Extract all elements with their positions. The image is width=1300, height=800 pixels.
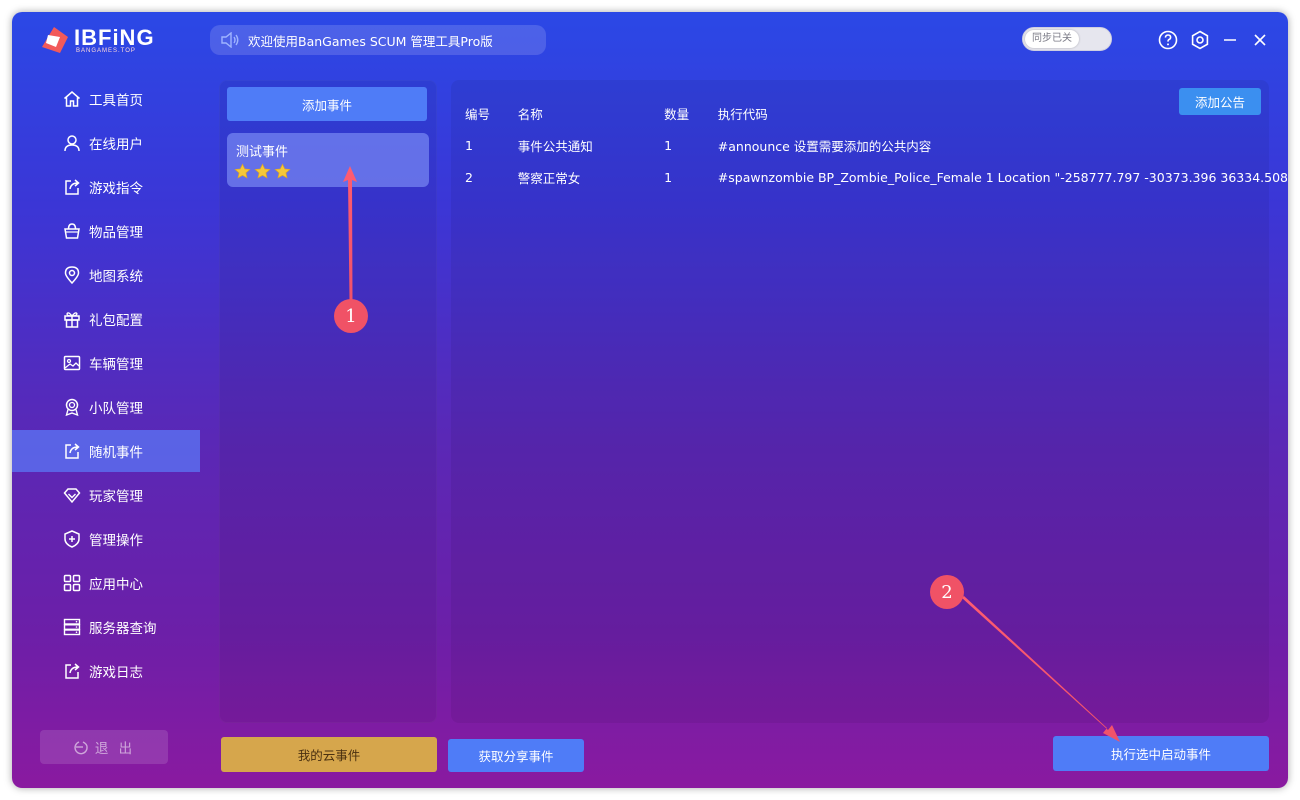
share-icon [65,179,80,195]
server-icon [63,618,81,636]
image-icon [63,355,81,371]
diamond-icon [63,488,81,504]
sidebar-item-app-center[interactable]: 应用中心 [12,562,200,604]
header-id: 编号 [465,106,491,122]
sidebar-item-label: 游戏日志 [89,665,143,681]
basket-icon [64,223,80,239]
sidebar-item-random-events[interactable]: 随机事件 [12,430,200,472]
event-code-table: 编号 名称 数量 执行代码 1 事件公共通知 1 #announce 设置需要添… [464,97,1288,193]
sidebar-item-items[interactable]: 物品管理 [12,210,200,252]
annotation-badge-1: 1 [334,299,368,333]
apps-icon [63,574,81,592]
sidebar-item-gift[interactable]: 礼包配置 [12,298,200,340]
sidebar-item-game-logs[interactable]: 游戏日志 [12,650,200,692]
shield-plus-icon [64,530,80,548]
sync-toggle-label: 同步已关 [1025,30,1079,48]
cell-id: 2 [465,169,473,185]
event-card[interactable]: 测试事件 [227,133,429,187]
cell-id: 1 [465,137,473,153]
sidebar-item-label: 地图系统 [89,269,143,285]
badge-icon [65,398,79,417]
sidebar-item-label: 服务器查询 [89,621,157,637]
sidebar-item-label: 在线用户 [89,137,143,153]
sidebar-item-label: 小队管理 [89,401,143,417]
sidebar-item-online-users[interactable]: 在线用户 [12,122,200,164]
sidebar-item-server-query[interactable]: 服务器查询 [12,606,200,648]
sidebar-item-label: 物品管理 [89,225,143,241]
logo-subtext: BANGAMES.TOP [76,48,136,54]
welcome-notice-text: 欢迎使用BanGames SCUM 管理工具Pro版 [248,33,493,49]
sidebar-item-label: 游戏指令 [89,181,143,197]
app-logo: IBFiNG BANGAMES.TOP [38,24,158,58]
table-row[interactable]: 1 事件公共通知 1 #announce 设置需要添加的公共内容 [464,129,1288,161]
table-header-row: 编号 名称 数量 执行代码 [464,97,1288,129]
star-icon [234,163,251,179]
help-icon[interactable] [1158,30,1178,50]
sync-toggle[interactable]: 同步已关 [1022,27,1112,51]
settings-icon[interactable] [1190,30,1210,50]
cell-code: #announce 设置需要添加的公共内容 [717,138,932,154]
star-icon [254,163,271,179]
logout-label: 退 出 [94,741,136,757]
cell-quantity: 1 [664,137,673,153]
sidebar-item-label: 工具首页 [89,93,143,109]
sidebar-item-players[interactable]: 玩家管理 [12,474,200,516]
sidebar-item-admin-ops[interactable]: 管理操作 [12,518,200,560]
cell-code: #spawnzombie BP_Zombie_Police_Female 1 L… [717,169,1288,185]
add-event-button[interactable]: 添加事件 [227,87,427,121]
sidebar-item-label: 随机事件 [89,445,143,461]
annotation-badge-2: 2 [930,575,964,609]
sidebar-item-label: 管理操作 [89,533,143,549]
sidebar-item-game-commands[interactable]: 游戏指令 [12,166,200,208]
header-quantity: 数量 [664,106,690,122]
table-row[interactable]: 2 警察正常女 1 #spawnzombie BP_Zombie_Police_… [464,161,1288,193]
sidebar-item-label: 玩家管理 [89,489,143,505]
sidebar-item-vehicles[interactable]: 车辆管理 [12,342,200,384]
minimize-icon[interactable] [1220,30,1240,50]
header-name: 名称 [517,106,543,122]
app-window: IBFiNG BANGAMES.TOP 欢迎使用BanGames SCUM 管理… [12,12,1288,788]
home-icon [64,91,80,107]
logout-icon [74,741,88,755]
sidebar-item-label: 礼包配置 [89,313,143,329]
sidebar-item-map[interactable]: 地图系统 [12,254,200,296]
get-shared-events-button[interactable]: 获取分享事件 [448,739,584,772]
add-notice-button[interactable]: 添加公告 [1179,88,1261,115]
sidebar-item-label: 应用中心 [89,577,143,593]
sidebar-item-squads[interactable]: 小队管理 [12,386,200,428]
gift-icon [64,312,80,328]
close-icon[interactable] [1250,30,1270,50]
welcome-notice: 欢迎使用BanGames SCUM 管理工具Pro版 [210,25,546,55]
logout-button[interactable]: 退 出 [40,730,168,764]
event-rating [234,163,294,180]
cell-name: 警察正常女 [517,170,581,186]
location-icon [64,266,80,285]
speaker-icon [221,32,239,48]
logo-mark-icon [42,27,68,53]
sidebar: 工具首页 在线用户 游戏指令 物品管理 地图系统 礼包配置 车辆管理 小队管理 [12,78,200,778]
share-icon [65,443,80,459]
sidebar-item-label: 车辆管理 [89,357,143,373]
cell-quantity: 1 [664,169,673,185]
execute-selected-event-button[interactable]: 执行选中启动事件 [1053,736,1269,771]
user-icon [64,135,80,152]
sidebar-item-home[interactable]: 工具首页 [12,78,200,120]
cell-name: 事件公共通知 [517,138,593,154]
my-cloud-events-button[interactable]: 我的云事件 [221,737,437,772]
star-icon [274,163,291,179]
event-name: 测试事件 [236,145,289,160]
share-icon [65,663,80,679]
title-bar: IBFiNG BANGAMES.TOP 欢迎使用BanGames SCUM 管理… [12,12,1288,68]
